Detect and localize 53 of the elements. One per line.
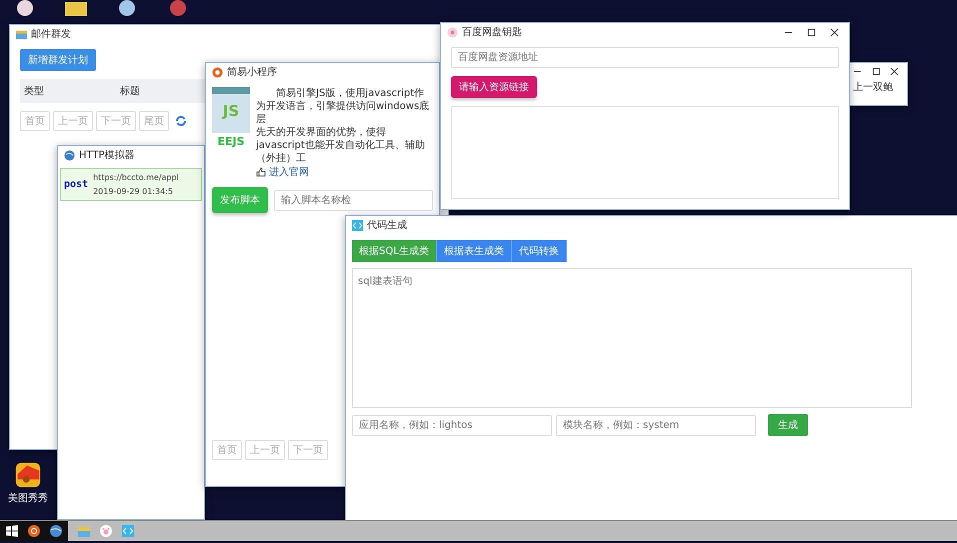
website-link[interactable]: 进入官网 — [269, 165, 309, 179]
request-url: https://bccto.me/appl — [93, 173, 179, 182]
add-plan-button[interactable]: 新增群发计划 — [20, 49, 96, 71]
column-header: 类型 — [23, 84, 45, 98]
submit-button[interactable]: 请输入资源链接 — [451, 76, 537, 98]
tab[interactable]: 代码转换 — [512, 240, 567, 262]
generate-button[interactable]: 生成 — [768, 414, 808, 436]
tab[interactable]: 根据SQL生成类 — [352, 240, 437, 262]
close-icon[interactable] — [890, 67, 899, 76]
window-text: 上一双鲍 — [853, 80, 894, 94]
window-title: 邮件群发 — [31, 28, 71, 41]
pager-button[interactable]: 下一页 — [288, 440, 328, 460]
description-text: 简易引擎JS版，使用javascript作为开发语言，引擎提供访问windows底层 — [256, 87, 430, 126]
sql-input-field[interactable]: sql建表语句 — [352, 268, 912, 408]
desktop-icon-label[interactable]: 美图秀秀 — [8, 491, 48, 505]
resource-url-field[interactable]: 百度网盘资源地址 — [451, 47, 839, 68]
tab[interactable]: 根据表生成类 — [436, 240, 512, 262]
pager-button[interactable]: 首页 — [212, 440, 242, 460]
window-title: HTTP模拟器 — [79, 148, 135, 162]
paint-app-icon[interactable] — [15, 462, 41, 488]
pager-button[interactable]: 上一页 — [53, 111, 93, 131]
code-icon — [352, 220, 363, 230]
refresh-icon[interactable] — [175, 115, 187, 127]
pager-button[interactable]: 首页 — [20, 111, 50, 131]
window-title: 代码生成 — [367, 218, 407, 232]
request-method: post — [64, 179, 88, 190]
module-name-field[interactable]: 模块名称，例如：system — [556, 414, 756, 436]
logo-caption: EEJS — [217, 135, 245, 148]
flower-icon — [447, 26, 458, 38]
windows-start-icon[interactable] — [6, 525, 18, 537]
globe-icon — [64, 150, 75, 160]
hand-icon — [256, 167, 266, 177]
close-icon[interactable] — [830, 28, 839, 36]
folder-icon — [16, 28, 27, 40]
column-header: 标题 — [119, 84, 141, 98]
description-text: 先天的开发界面的优势，使得javascript也能开发自动化工具、辅助（外挂）工 — [256, 126, 426, 165]
pager-button[interactable]: 上一页 — [245, 440, 285, 460]
folder-icon[interactable] — [63, 0, 89, 16]
window-title: 简易小程序 — [227, 66, 277, 79]
maximize-icon[interactable] — [872, 67, 880, 76]
logo-text: JS — [222, 102, 240, 120]
request-time: 2019-09-29 01:34:5 — [93, 187, 174, 196]
app-icon — [212, 66, 223, 78]
window-title: 百度网盘钥匙 — [462, 26, 522, 39]
maximize-icon[interactable] — [807, 28, 816, 36]
app-icon[interactable] — [28, 525, 40, 537]
script-name-field[interactable]: 输入脚本名称检 — [274, 190, 433, 210]
publish-button[interactable]: 发布脚本 — [212, 187, 268, 213]
app-name-field[interactable]: 应用名称，例如：lightos — [352, 414, 552, 436]
pager-button[interactable]: 尾页 — [139, 111, 169, 131]
pager-button[interactable]: 下一页 — [96, 111, 136, 131]
logo-bar — [212, 87, 250, 94]
globe-icon[interactable] — [50, 525, 62, 537]
